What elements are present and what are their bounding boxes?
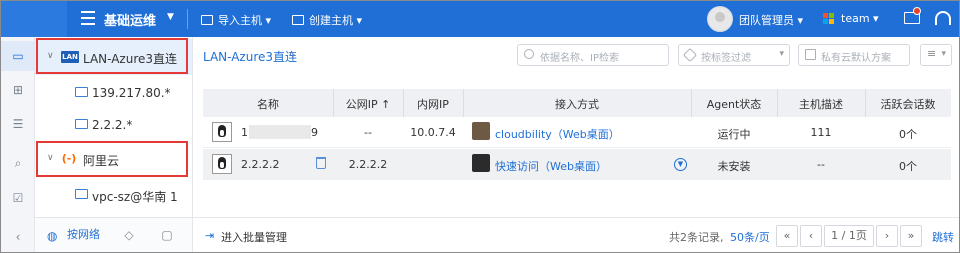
host-icon	[75, 189, 88, 199]
cloudbility-icon	[472, 122, 490, 140]
access-link[interactable]: cloudbility（Web桌面）	[495, 126, 620, 142]
monitor-icon[interactable]: ▭	[1, 41, 35, 71]
checklist-icon[interactable]: ☑	[1, 183, 35, 213]
first-page-button[interactable]: «	[776, 225, 798, 247]
col-public-ip[interactable]: 公网IP ↑	[333, 96, 403, 112]
scheme-select[interactable]: 私有云默认方案	[798, 44, 910, 66]
search-icon[interactable]: ⌕	[1, 148, 35, 178]
tree-node-host[interactable]: vpc-sz@华南 1	[35, 177, 192, 213]
tree-node-label: vpc-sz@华南 1	[92, 190, 178, 204]
table-row[interactable]: 1 9 -- 10.0.7.4 cloudbility（Web桌面） 运行中 1…	[203, 117, 951, 148]
col-access[interactable]: 接入方式	[463, 96, 691, 112]
chevron-down-icon[interactable]: ▼	[674, 158, 687, 171]
import-host-menu[interactable]: 导入主机 ▾	[201, 12, 271, 28]
tab-by-network[interactable]: 按网络	[45, 218, 111, 252]
top-bar: 基础运维 ▼ 导入主机 ▾ 创建主机 ▾ 团队管理员 ▾ team ▾	[1, 1, 959, 37]
session-count: 0个	[899, 128, 917, 141]
chevron-down-icon[interactable]: ▼	[167, 12, 174, 22]
tag-filter[interactable]: 按标签过滤 ▾	[678, 44, 790, 66]
host-icon	[75, 87, 88, 97]
tree-node-label: 139.217.80.*	[92, 86, 171, 100]
sort-button[interactable]: ≡ ▾	[920, 44, 952, 66]
tree-node-label: 2.2.2.*	[92, 118, 133, 132]
avatar[interactable]	[707, 6, 733, 32]
batch-manage-link[interactable]: 进入批量管理	[221, 229, 287, 245]
app-title[interactable]: 基础运维	[104, 10, 156, 29]
search-icon	[524, 49, 534, 59]
icon-rail: ▭ ⊞ ☰ ⌕ ☑ ‹	[1, 37, 35, 252]
calendar-icon	[805, 49, 816, 60]
highlight-box	[36, 38, 188, 74]
public-ip: --	[364, 126, 372, 139]
host-name[interactable]: 2.2.2.2	[241, 158, 279, 171]
page-indicator[interactable]: 1 / 1页	[824, 225, 874, 247]
col-sessions[interactable]: 活跃会话数	[865, 96, 951, 112]
notification-dot	[913, 7, 921, 15]
search-input[interactable]: 依据名称、IP检索	[517, 44, 669, 66]
sort-icon: ≡	[927, 47, 937, 60]
page-size-select[interactable]: 50条/页	[730, 229, 770, 245]
breadcrumb[interactable]: LAN-Azure3直连	[203, 48, 297, 65]
tag-icon	[682, 47, 698, 63]
linux-icon	[212, 122, 232, 142]
public-ip: 2.2.2.2	[348, 158, 388, 171]
agent-status: 运行中	[717, 128, 751, 141]
col-private-ip[interactable]: 内网IP	[403, 96, 463, 112]
private-ip: 10.0.7.4	[410, 126, 456, 139]
chevron-right-icon: ›	[291, 48, 296, 61]
folder-icon[interactable]: ▢	[160, 228, 174, 242]
windows-logo-icon	[823, 13, 835, 25]
divider	[193, 217, 959, 218]
terminal-icon	[472, 154, 490, 172]
chevron-down-icon: ▾	[779, 49, 784, 59]
linux-icon	[212, 154, 232, 174]
table-header: 名称 公网IP ↑ 内网IP 接入方式 Agent状态 主机描述 活跃会话数	[203, 89, 951, 117]
batch-icon: ⇥	[205, 229, 215, 242]
network-icon[interactable]: ⊞	[1, 75, 35, 105]
host-name-suffix: 9	[311, 126, 318, 139]
tree-node-host[interactable]: 2.2.2.*	[35, 107, 192, 143]
menu-icon[interactable]	[81, 11, 95, 25]
host-name[interactable]: 1	[241, 126, 248, 139]
last-page-button[interactable]: »	[900, 225, 922, 247]
tree-tabs: ◍ 按网络 ◇ ▢	[35, 217, 192, 252]
host-icon	[75, 119, 88, 129]
highlight-box	[36, 141, 188, 177]
record-count: 共2条记录,	[669, 231, 724, 244]
host-desc: --	[817, 158, 825, 171]
col-agent[interactable]: Agent状态	[691, 96, 777, 112]
collapse-icon[interactable]: ‹	[1, 222, 35, 252]
session-count: 0个	[899, 160, 917, 173]
next-page-button[interactable]: ›	[876, 225, 898, 247]
app-window: 基础运维 ▼ 导入主机 ▾ 创建主机 ▾ 团队管理员 ▾ team ▾ ▭ ⊞ …	[0, 0, 960, 253]
redacted-text	[249, 125, 311, 139]
col-desc[interactable]: 主机描述	[777, 96, 865, 112]
create-host-icon	[292, 15, 304, 25]
create-host-menu[interactable]: 创建主机 ▾	[292, 12, 362, 28]
database-icon[interactable]: ☰	[1, 109, 35, 139]
host-desc: 111	[810, 126, 832, 139]
tag-icon[interactable]: ◇	[122, 228, 136, 242]
logo[interactable]	[1, 1, 67, 37]
headset-icon[interactable]	[935, 11, 951, 25]
table-row[interactable]: 2.2.2.2 2.2.2.2 快速访问（Web桌面） ▼ 未安装 -- 0个	[203, 149, 951, 180]
user-menu[interactable]: 团队管理员 ▾	[739, 12, 803, 28]
col-name[interactable]: 名称	[203, 96, 333, 112]
access-link[interactable]: 快速访问（Web桌面）	[495, 158, 607, 174]
trash-icon[interactable]	[316, 157, 326, 169]
agent-status: 未安装	[717, 160, 751, 173]
chevron-down-icon: ▾	[941, 49, 946, 59]
team-menu[interactable]: team ▾	[841, 12, 879, 25]
jump-button[interactable]: 跳转	[932, 229, 954, 245]
import-host-icon	[201, 15, 213, 25]
divider	[192, 37, 193, 252]
divider	[187, 9, 188, 29]
tree-node-host[interactable]: 139.217.80.*	[35, 75, 192, 111]
prev-page-button[interactable]: ‹	[800, 225, 822, 247]
